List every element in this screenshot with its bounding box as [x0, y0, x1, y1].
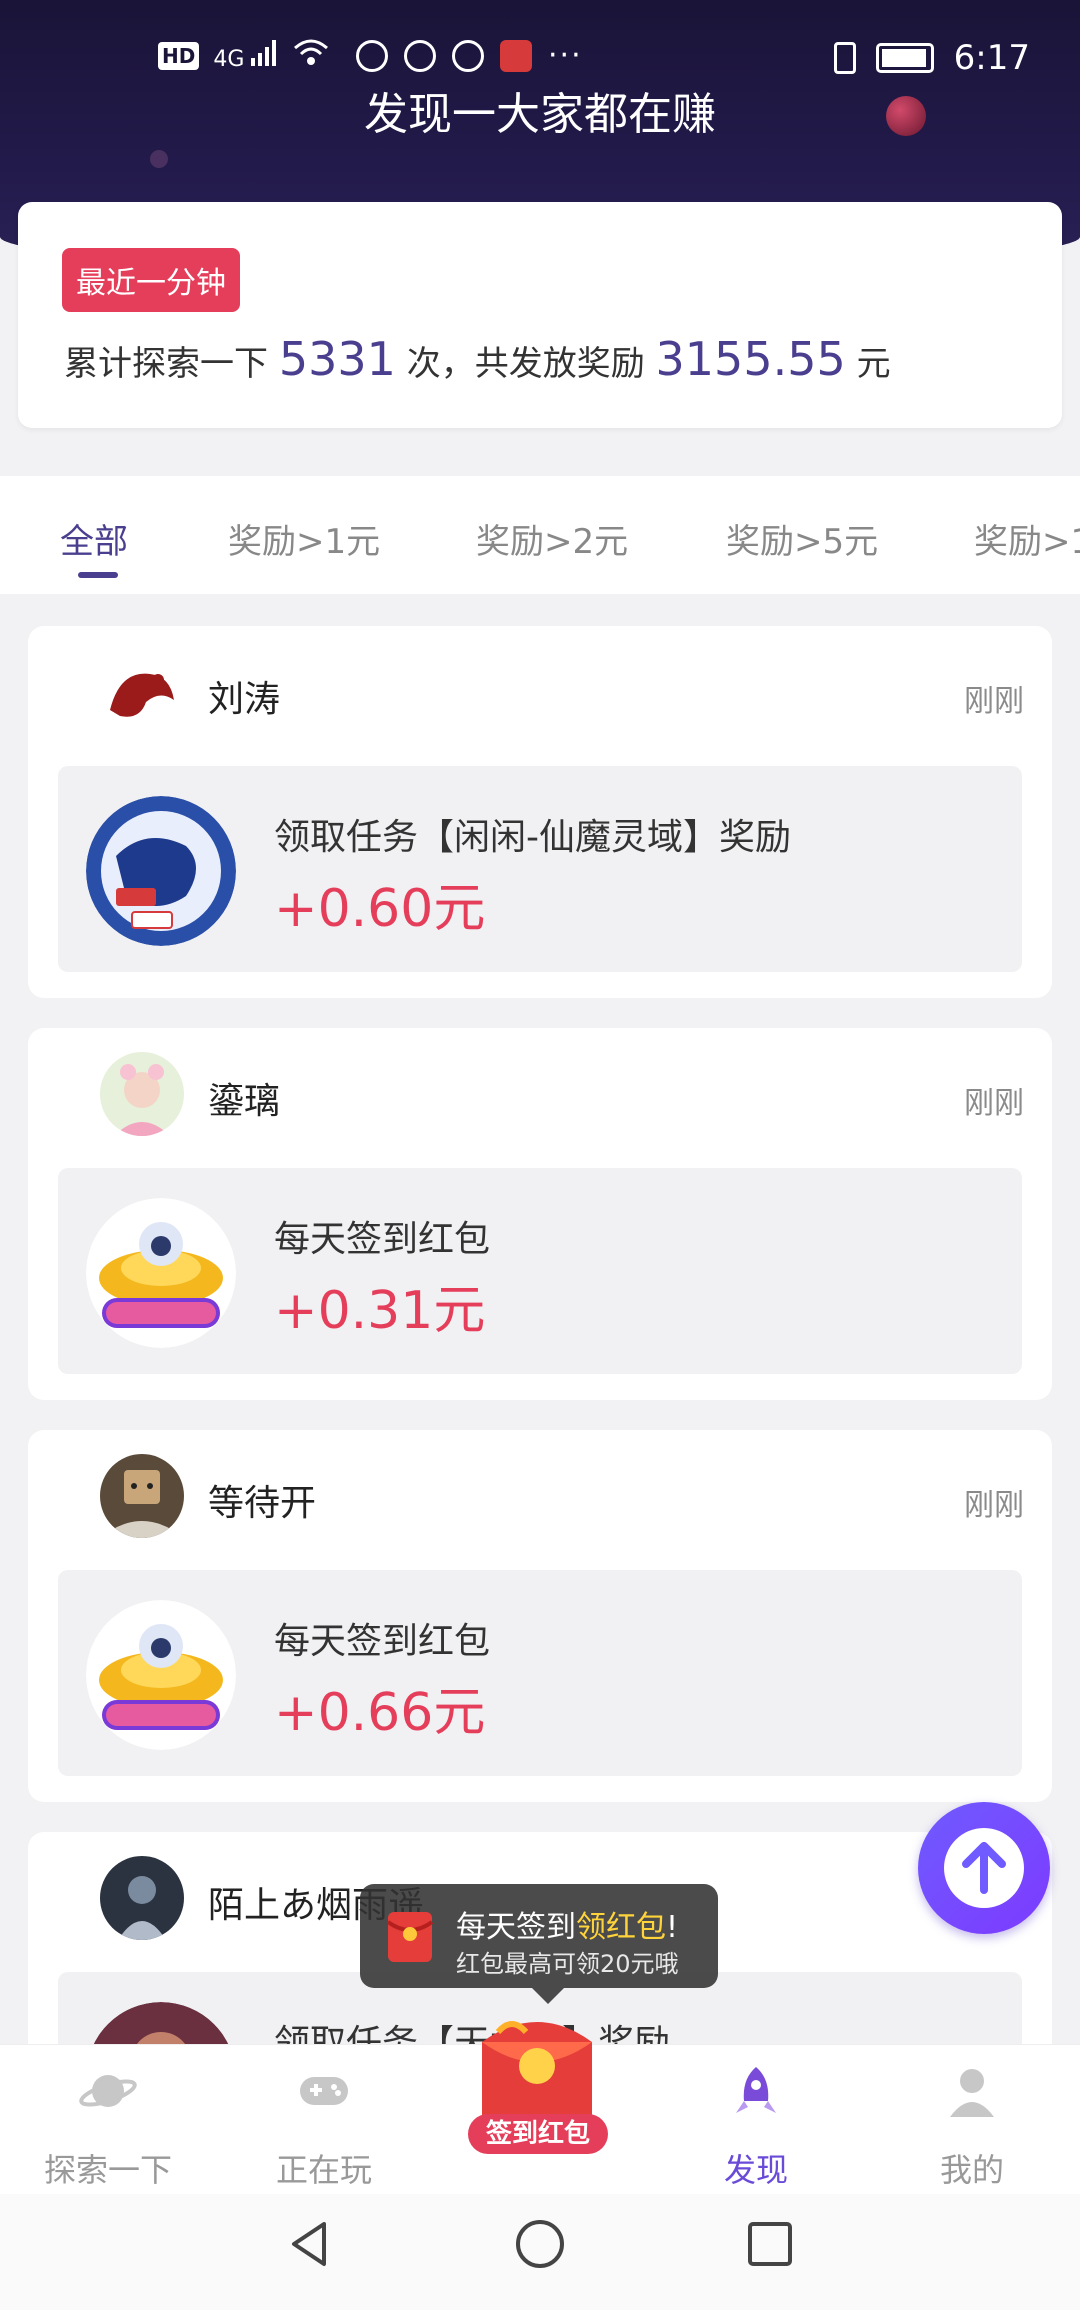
avatar — [100, 1052, 184, 1136]
red-envelope-icon — [386, 1912, 434, 1962]
avatar — [100, 650, 184, 734]
message-icon — [404, 39, 436, 72]
time-label: 刚刚 — [964, 1086, 1024, 1121]
user-name: 鎏璃 — [208, 1081, 281, 1122]
nav-label: 我的 — [939, 2151, 1004, 2189]
reward-amount: +0.60元 — [274, 879, 486, 939]
wifi-icon — [293, 38, 329, 74]
feed-item[interactable]: 刘涛 刚刚 领取任务【闲闲-仙魔灵域】奖励 +0.60元 — [28, 626, 1052, 998]
task-title: 领取任务【闲闲-仙魔灵域】奖励 — [274, 817, 791, 858]
clock: 6:17 — [953, 38, 1030, 78]
hd-icon: HD — [158, 42, 200, 70]
signal-icon: 4G — [213, 40, 279, 72]
hand-icon — [452, 39, 484, 72]
tab-active-indicator — [78, 572, 118, 578]
ufo-icon — [86, 1198, 236, 1348]
feed-item[interactable]: 鎏璃 刚刚 每天签到红包 +0.31元 — [28, 1028, 1052, 1400]
planet-decoration — [150, 150, 168, 168]
nav-explore[interactable]: 探索一下 — [18, 2061, 198, 2191]
nav-label: 发现 — [723, 2151, 788, 2189]
task-title: 每天签到红包 — [274, 1621, 491, 1662]
tab-all[interactable]: 全部 — [60, 514, 128, 563]
game-xianmo-icon — [86, 796, 236, 946]
system-nav-bar — [0, 2194, 1080, 2310]
nav-label: 探索一下 — [43, 2151, 172, 2189]
home-icon[interactable] — [512, 2216, 568, 2272]
time-label: 刚刚 — [964, 684, 1024, 719]
nav-playing[interactable]: 正在玩 — [234, 2061, 414, 2191]
time-label: 刚刚 — [964, 1488, 1024, 1523]
more-icon: ··· — [548, 38, 583, 73]
stats-card: 最近一分钟 累计探索一下 5331 次，共发放奖励 3155.55 元 — [18, 202, 1062, 428]
tab-reward-more[interactable]: 奖励>1 — [974, 514, 1080, 563]
avatar — [100, 1856, 184, 1940]
nav-discover[interactable]: 发现 — [666, 2061, 846, 2191]
task-title: 每天签到红包 — [274, 1219, 491, 1260]
ufo-icon — [86, 1600, 236, 1750]
nav-label: 正在玩 — [275, 2151, 372, 2189]
task-box[interactable]: 领取任务【闲闲-仙魔灵域】奖励 +0.60元 — [58, 766, 1022, 972]
avatar — [100, 1454, 184, 1538]
recent-badge: 最近一分钟 — [62, 248, 240, 312]
reward-amount: +0.66元 — [274, 1683, 486, 1743]
recents-icon[interactable] — [742, 2216, 798, 2272]
user-icon — [950, 2069, 994, 2117]
tooltip-title: 每天签到领红包! — [456, 1910, 679, 1945]
page-title: 发现一大家都在赚 — [364, 89, 716, 140]
user-name: 等待开 — [208, 1483, 317, 1524]
task-box[interactable]: 每天签到红包 +0.66元 — [58, 1570, 1022, 1776]
tab-reward-gt-5[interactable]: 奖励>5元 — [726, 514, 878, 563]
stats-summary: 累计探索一下 5331 次，共发放奖励 3155.55 元 — [64, 332, 891, 386]
feed-item[interactable]: 等待开 刚刚 每天签到红包 +0.66元 — [28, 1430, 1052, 1802]
tooltip-subtitle: 红包最高可领20元哦 — [456, 1950, 679, 1978]
scroll-to-top-button[interactable] — [918, 1802, 1050, 1934]
filter-tabs: 全部 奖励>1元 奖励>2元 奖励>5元 奖励>1 — [0, 476, 1080, 594]
phone-icon — [356, 39, 388, 72]
nav-mine[interactable]: 我的 — [882, 2061, 1062, 2191]
checkin-tooltip[interactable]: 每天签到领红包! 红包最高可领20元哦 — [360, 1884, 718, 2004]
reward-amount: +0.31元 — [274, 1281, 486, 1341]
back-icon[interactable] — [282, 2216, 338, 2272]
vibrate-icon — [833, 42, 856, 74]
gamepad-icon — [300, 2077, 348, 2105]
tab-reward-gt-1[interactable]: 奖励>1元 — [228, 514, 380, 563]
battery-icon — [875, 43, 934, 73]
task-box[interactable]: 每天签到红包 +0.31元 — [58, 1168, 1022, 1374]
rocket-icon — [736, 2067, 776, 2113]
explore-count: 5331 — [278, 332, 396, 386]
huawei-icon — [500, 39, 532, 72]
arrow-up-icon — [944, 1828, 1024, 1908]
planet-icon — [79, 2075, 137, 2107]
checkin-redpacket-label[interactable]: 签到红包 — [468, 2114, 608, 2154]
tab-reward-gt-2[interactable]: 奖励>2元 — [476, 514, 628, 563]
user-name: 刘涛 — [208, 679, 281, 720]
reward-total: 3155.55 — [655, 332, 846, 386]
